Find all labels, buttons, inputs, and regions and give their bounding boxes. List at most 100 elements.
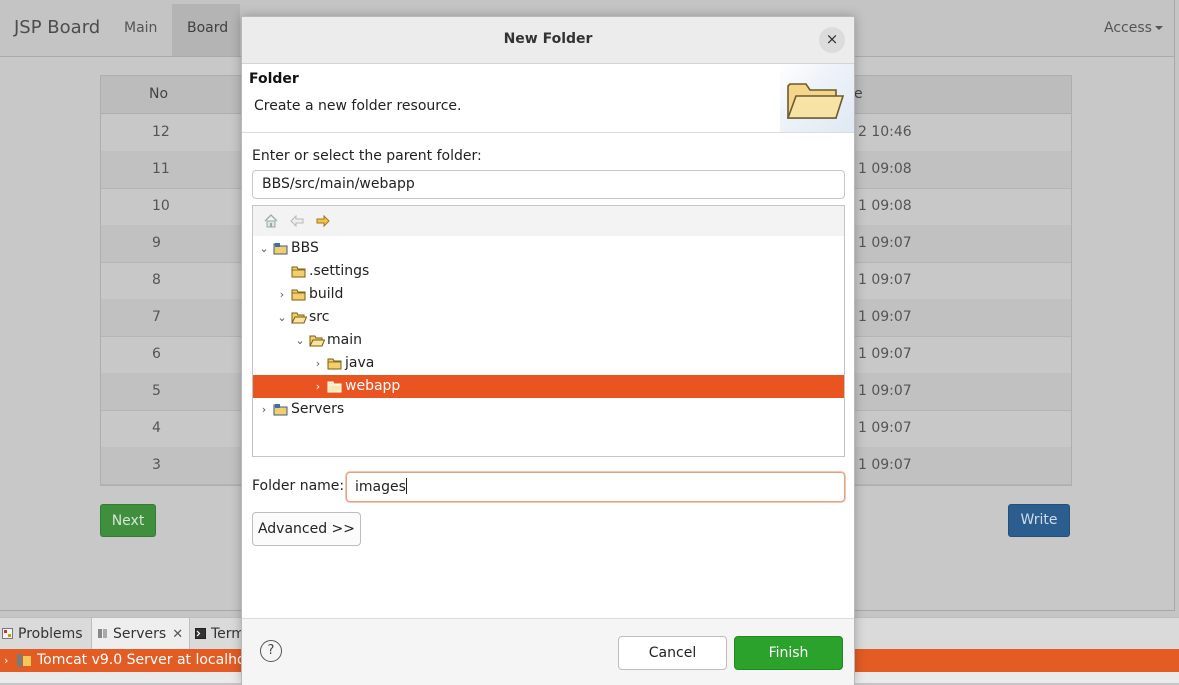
dialog-titlebar[interactable]: New Folder × [242, 17, 854, 64]
next-button[interactable]: Next [100, 504, 156, 537]
folder-open-icon [309, 334, 326, 347]
forward-arrow-icon[interactable] [315, 213, 331, 229]
folder-name-value: images [355, 479, 406, 495]
header-description: Create a new folder resource. [254, 98, 462, 114]
column-header-no: No [149, 86, 169, 102]
tab-problems[interactable]: Problems [2, 618, 89, 650]
tree-item-label: .settings [309, 263, 370, 279]
tree-item-label: BBS [291, 240, 319, 256]
tree-item-label: src [309, 309, 330, 325]
tree-toolbar [253, 206, 844, 236]
header-banner [780, 64, 854, 132]
tree-item-label: main [327, 332, 362, 348]
nav-access-dropdown[interactable]: Access [1104, 20, 1163, 36]
nav-access-label: Access [1104, 20, 1152, 36]
server-status-text: Tomcat v9.0 Server at localhost [37, 652, 259, 668]
chevron-down-icon[interactable]: ⌄ [293, 329, 307, 352]
finish-button[interactable]: Finish [734, 636, 843, 670]
write-button[interactable]: Write [1008, 504, 1070, 537]
row-date: 1 09:08 [858, 198, 912, 214]
row-number: 5 [152, 383, 161, 399]
folder-icon [327, 380, 343, 393]
row-date: 2 10:46 [858, 124, 912, 140]
tree-item-label: java [345, 355, 375, 371]
row-date: 1 09:07 [858, 420, 912, 436]
row-date: 1 09:07 [858, 272, 912, 288]
terminal-icon [195, 628, 206, 639]
home-icon[interactable] [263, 213, 279, 229]
project-folder-icon [273, 403, 289, 416]
parent-folder-label: Enter or select the parent folder: [252, 148, 482, 164]
tomcat-server-icon [17, 654, 31, 667]
row-number: 12 [152, 124, 170, 140]
tree-item-webapp[interactable]: › webapp [253, 375, 844, 398]
tab-servers-label: Servers [113, 626, 167, 642]
row-number: 11 [152, 161, 170, 177]
back-arrow-icon[interactable] [289, 213, 305, 229]
tree-item-build[interactable]: › build [253, 283, 844, 306]
row-date: 1 09:07 [858, 457, 912, 473]
folder-open-icon [786, 83, 844, 119]
tree-item-java[interactable]: › java [253, 352, 844, 375]
row-number: 3 [152, 457, 161, 473]
folder-icon [291, 265, 307, 278]
parent-folder-input[interactable]: BBS/src/main/webapp [252, 170, 845, 199]
row-date: 1 09:07 [858, 346, 912, 362]
tree-item-label: build [309, 286, 344, 302]
nav-main-link[interactable]: Main [124, 20, 157, 36]
row-number: 6 [152, 346, 161, 362]
row-number: 8 [152, 272, 161, 288]
chevron-right-icon[interactable]: › [257, 398, 271, 421]
folder-name-input[interactable]: images [346, 472, 845, 502]
advanced-button[interactable]: Advanced >> [252, 512, 361, 546]
new-folder-dialog: New Folder × Folder Create a new folder … [241, 16, 855, 685]
row-number: 7 [152, 309, 161, 325]
row-date: 1 09:07 [858, 383, 912, 399]
row-date: 1 09:07 [858, 309, 912, 325]
tree-item-src[interactable]: ⌄ src [253, 306, 844, 329]
column-header-date: e [854, 86, 863, 102]
folder-name-label: Folder name: [252, 478, 345, 494]
chevron-right-icon[interactable]: › [275, 283, 289, 306]
tree-item-servers[interactable]: › Servers [253, 398, 844, 421]
row-number: 10 [152, 198, 170, 214]
tab-servers[interactable]: Servers ✕ [91, 618, 191, 651]
chevron-right-icon[interactable]: › [311, 375, 325, 398]
chevron-down-icon[interactable]: ⌄ [275, 306, 289, 329]
chevron-right-icon[interactable]: › [311, 352, 325, 375]
dialog-close-button[interactable]: × [819, 27, 845, 53]
row-date: 1 09:08 [858, 161, 912, 177]
nav-board-link[interactable]: Board [172, 4, 240, 56]
help-icon[interactable]: ? [260, 640, 282, 662]
header-title: Folder [249, 71, 299, 87]
close-icon[interactable]: ✕ [172, 619, 183, 651]
tab-terminal[interactable]: Term [195, 618, 245, 650]
tree-item-settings[interactable]: .settings [253, 260, 844, 283]
tree-item-main[interactable]: ⌄ main [253, 329, 844, 352]
row-date: 1 09:07 [858, 235, 912, 251]
nav-board-label: Board [187, 20, 229, 36]
caret-down-icon [1154, 26, 1163, 30]
tab-terminal-label: Term [211, 626, 245, 642]
folder-open-icon [291, 311, 308, 324]
cancel-button[interactable]: Cancel [618, 636, 727, 670]
chevron-down-icon[interactable]: ⌄ [257, 237, 271, 260]
servers-icon [98, 629, 107, 638]
row-number: 4 [152, 420, 161, 436]
tab-problems-label: Problems [18, 626, 83, 642]
dialog-footer: ? Cancel Finish [242, 618, 854, 685]
close-icon: × [825, 30, 839, 48]
chevron-right-icon[interactable]: › [4, 649, 8, 672]
dialog-header: Folder Create a new folder resource. [242, 64, 854, 133]
problems-icon [2, 628, 13, 639]
folder-icon [291, 288, 307, 301]
brand-logo[interactable]: JSP Board [14, 17, 100, 38]
project-folder-icon [273, 242, 289, 255]
tree-item-bbs[interactable]: ⌄ BBS [253, 237, 844, 260]
dialog-title: New Folder [503, 31, 593, 47]
text-cursor [405, 478, 407, 494]
tree-item-label: webapp [345, 378, 401, 394]
folder-tree[interactable]: ⌄ BBS .settings › build ⌄ src ⌄ main › java › webapp… [252, 205, 845, 457]
folder-icon [327, 357, 343, 370]
row-number: 9 [152, 235, 161, 251]
